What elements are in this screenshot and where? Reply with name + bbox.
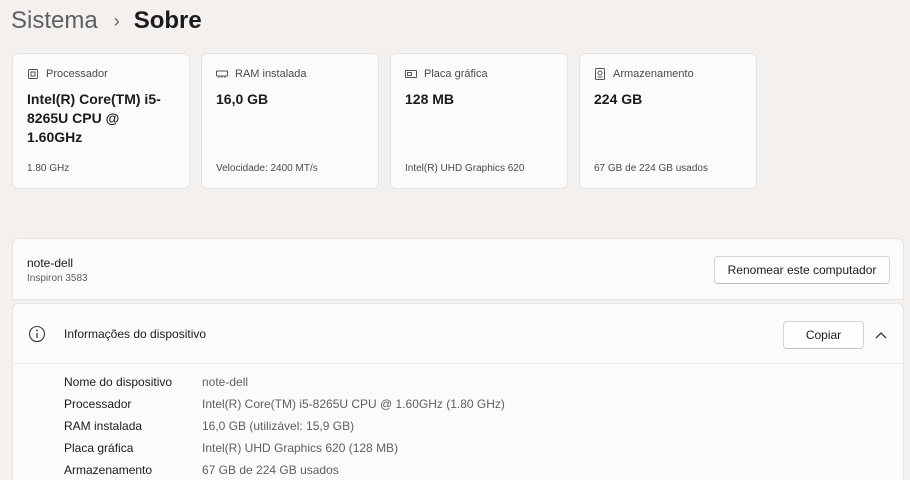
card-title: RAM instalada bbox=[235, 68, 307, 80]
ram-card: RAM instalada 16,0 GB Velocidade: 2400 M… bbox=[201, 53, 379, 189]
card-title: Processador bbox=[46, 68, 108, 80]
storage-card: Armazenamento 224 GB 67 GB de 224 GB usa… bbox=[579, 53, 757, 189]
breadcrumb-parent-link[interactable]: Sistema bbox=[11, 7, 98, 35]
card-footer: 1.80 GHz bbox=[27, 163, 70, 174]
card-value: 224 GB bbox=[594, 91, 643, 107]
spec-row: Armazenamento 67 GB de 224 GB usados bbox=[64, 463, 339, 480]
collapse-button[interactable] bbox=[871, 325, 891, 345]
spec-row: Processador Intel(R) Core(TM) i5-8265U C… bbox=[64, 397, 505, 415]
processor-icon bbox=[28, 69, 38, 79]
spec-value: 16,0 GB (utilizável: 15,9 GB) bbox=[202, 419, 355, 433]
spec-value: note-dell bbox=[202, 375, 249, 389]
device-name: note-dell bbox=[27, 256, 74, 270]
storage-icon bbox=[595, 68, 605, 80]
card-title: Armazenamento bbox=[613, 68, 694, 80]
spec-label: Processador bbox=[64, 397, 132, 411]
spec-row: Nome do dispositivo note-dell bbox=[64, 375, 248, 393]
spec-row: Placa gráfica Intel(R) UHD Graphics 620 … bbox=[64, 441, 398, 459]
spec-label: Placa gráfica bbox=[64, 441, 134, 455]
ram-icon bbox=[216, 70, 228, 78]
breadcrumb: Sistema › Sobre bbox=[11, 4, 202, 38]
copy-button[interactable]: Copiar bbox=[783, 321, 864, 349]
spec-value: 67 GB de 224 GB usados bbox=[202, 463, 339, 477]
card-title: Placa gráfica bbox=[424, 68, 488, 80]
spec-label: Armazenamento bbox=[64, 463, 153, 477]
card-footer: Intel(R) UHD Graphics 620 bbox=[405, 163, 525, 174]
card-footer: 67 GB de 224 GB usados bbox=[594, 163, 708, 174]
device-model: Inspiron 3583 bbox=[27, 273, 88, 284]
device-name-panel: note-dell Inspiron 3583 Renomear este co… bbox=[12, 238, 904, 300]
spec-row: RAM instalada 16,0 GB (utilizável: 15,9 … bbox=[64, 419, 354, 437]
processor-card: Processador Intel(R) Core(TM) i5-8265U C… bbox=[12, 53, 190, 189]
spec-value: Intel(R) Core(TM) i5-8265U CPU @ 1.60GHz… bbox=[202, 397, 505, 411]
graphics-card: Placa gráfica 128 MB Intel(R) UHD Graphi… bbox=[390, 53, 568, 189]
info-icon bbox=[28, 325, 46, 343]
device-info-title: Informações do dispositivo bbox=[64, 327, 207, 341]
device-info-panel: Informações do dispositivo Copiar Nome d… bbox=[12, 303, 904, 480]
card-value: 128 MB bbox=[405, 91, 455, 107]
breadcrumb-separator-icon: › bbox=[113, 10, 120, 31]
spec-label: Nome do dispositivo bbox=[64, 375, 173, 389]
card-value: Intel(R) Core(TM) i5-8265U CPU @ 1.60GHz bbox=[27, 91, 161, 145]
card-footer: Velocidade: 2400 MT/s bbox=[216, 163, 318, 174]
spec-value: Intel(R) UHD Graphics 620 (128 MB) bbox=[202, 441, 399, 455]
device-info-header[interactable]: Informações do dispositivo Copiar bbox=[13, 304, 903, 364]
card-value: 16,0 GB bbox=[216, 91, 269, 107]
graphics-card-icon bbox=[405, 70, 417, 78]
page-title: Sobre bbox=[133, 7, 202, 34]
rename-computer-button[interactable]: Renomear este computador bbox=[714, 256, 890, 284]
chevron-up-icon bbox=[875, 332, 887, 339]
spec-label: RAM instalada bbox=[64, 419, 143, 433]
